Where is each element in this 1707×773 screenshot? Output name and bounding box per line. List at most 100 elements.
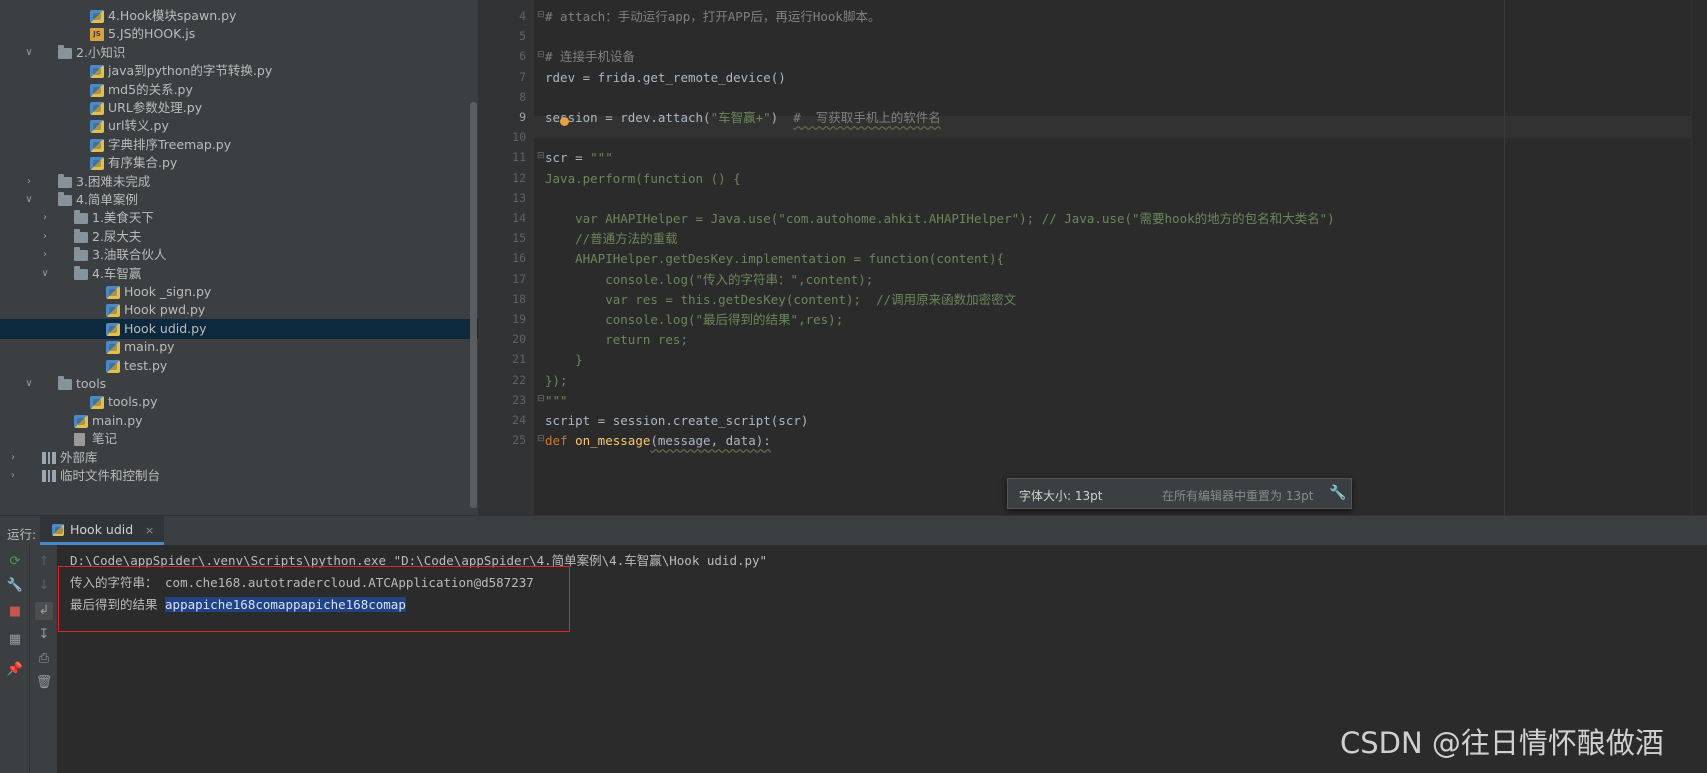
pin-icon[interactable]: 📌 [6, 661, 24, 679]
code-line[interactable]: var AHAPIHelper = Java.use("com.autohome… [545, 208, 1335, 230]
layout-icon[interactable]: ▦ [6, 631, 24, 649]
tree-item[interactable]: 字典排序Treemap.py [0, 135, 478, 155]
tree-item[interactable]: Hook pwd.py [0, 300, 478, 320]
code-token: (message, data): [650, 433, 771, 449]
line-number-gutter[interactable]: 4 5 6 7 8 9 10 11 12 13 14 15 16 17 18 19 20 21 22 23 24 25 [478, 0, 534, 515]
run-tab-hook-udid[interactable]: Hook udid × [40, 516, 165, 545]
editor-scroll-strip[interactable] [1691, 0, 1707, 515]
run-toolwindow-header: 运行: Hook udid × [0, 515, 1707, 545]
clear-console-icon[interactable]: 🗑 [35, 674, 53, 692]
tree-item-label: tools [76, 376, 107, 391]
chevron-down-icon[interactable]: ∨ [23, 190, 35, 210]
line-number: 5 [519, 29, 526, 44]
tree-item[interactable]: JS 5.JS的HOOK.js [0, 24, 478, 44]
settings-wrench-icon[interactable]: 🔧 [6, 577, 24, 595]
code-line[interactable]: return res; [545, 329, 688, 351]
code-line[interactable]: var res = this.getDesKey(content); //调用原… [545, 289, 1016, 311]
chevron-right-icon[interactable]: › [7, 466, 19, 486]
tree-item[interactable]: › 3.油联合伙人 [0, 245, 478, 265]
tree-item[interactable]: 4.Hook模块spawn.py [0, 6, 478, 26]
code-token: var AHAPIHelper = Java.use("com.autohome… [545, 211, 1335, 226]
tree-item[interactable]: main.py [0, 411, 478, 431]
python-file-icon [106, 322, 120, 336]
fold-icon[interactable]: ⊟ [537, 50, 545, 60]
code-line[interactable]: scr = """ [545, 147, 613, 169]
line-number: 11 [512, 150, 526, 165]
code-line[interactable]: console.log("最后得到的结果",res); [545, 309, 843, 331]
tree-item[interactable]: ∨ tools [0, 374, 478, 394]
code-line[interactable]: console.log("传入的字符串：",content); [545, 269, 873, 291]
tree-item[interactable]: ∨ 4.车智赢 [0, 264, 478, 284]
stop-icon[interactable]: ■ [6, 603, 24, 621]
code-line[interactable]: } [545, 349, 583, 371]
tree-item-label: Hook udid.py [124, 320, 207, 336]
soft-wrap-icon[interactable]: ↲ [35, 602, 53, 620]
chevron-right-icon[interactable]: › [7, 448, 19, 468]
wrench-icon[interactable]: 🔧 [1329, 485, 1346, 501]
tree-scrollbar[interactable] [470, 102, 477, 508]
tree-item[interactable]: Hook _sign.py [0, 282, 478, 302]
chevron-right-icon[interactable]: › [39, 208, 51, 228]
code-line[interactable]: //普通方法的重载 [545, 228, 678, 250]
code-token: """ [590, 150, 613, 166]
intention-bulb-icon[interactable] [560, 117, 569, 126]
chevron-down-icon[interactable]: ∨ [39, 264, 51, 284]
fold-icon[interactable]: ⊟ [537, 434, 545, 444]
scroll-up-icon[interactable]: ↑ [35, 553, 53, 571]
tree-item[interactable]: url转义.py [0, 116, 478, 136]
tree-item[interactable]: URL参数处理.py [0, 98, 478, 118]
code-line[interactable]: AHAPIHelper.getDesKey.implementation = f… [545, 248, 1004, 270]
chevron-right-icon[interactable]: › [23, 172, 35, 192]
scroll-down-icon[interactable]: ↓ [35, 577, 53, 595]
code-line[interactable]: rdev = frida.get_remote_device() [545, 67, 786, 89]
tree-item[interactable]: tools.py [0, 392, 478, 412]
tree-item[interactable]: java到python的字节转换.py [0, 61, 478, 81]
tree-item[interactable]: 有序集合.py [0, 153, 478, 173]
tree-item[interactable]: › 临时文件和控制台 [0, 466, 478, 486]
tree-item[interactable]: › 3.困难未完成 [0, 172, 478, 192]
code-line[interactable]: """ [545, 390, 568, 412]
code-token: session = rdev.attach( [545, 110, 711, 125]
fold-icon[interactable]: ⊟ [537, 10, 545, 20]
print-icon[interactable]: ⎙ [35, 650, 53, 668]
tree-item-label: 1.美食天下 [92, 210, 154, 226]
chevron-down-icon[interactable]: ∨ [23, 374, 35, 394]
code-line[interactable]: }); [545, 370, 568, 392]
close-tab-icon[interactable]: × [145, 524, 154, 537]
line-number: 4 [519, 9, 526, 23]
tree-item[interactable]: main.py [0, 337, 478, 357]
code-line[interactable]: script = session.create_script(scr) [545, 410, 808, 432]
tree-item-label: 3.困难未完成 [76, 173, 151, 189]
tree-item[interactable]: ∨ 2.小知识 [0, 43, 478, 63]
tree-item[interactable]: › 1.美食天下 [0, 208, 478, 228]
tree-item[interactable]: test.py [0, 356, 478, 376]
chevron-right-icon[interactable]: › [39, 227, 51, 247]
tree-item[interactable]: Hook udid.py [0, 318, 478, 339]
tree-item[interactable]: › 2.尿大夫 [0, 227, 478, 247]
tree-item-label: 3.油联合伙人 [92, 247, 167, 263]
folder-icon [74, 210, 88, 225]
code-line[interactable]: # 连接手机设备 [545, 46, 635, 68]
fold-icon[interactable]: ⊟ [537, 394, 545, 404]
chevron-right-icon[interactable]: › [39, 245, 51, 265]
rerun-icon[interactable]: ⟳ [6, 553, 24, 571]
tree-item[interactable]: › 外部库 [0, 448, 478, 468]
code-token: def [545, 433, 576, 449]
code-editor[interactable]: 4 5 6 7 8 9 10 11 12 13 14 15 16 17 18 19 20 21 22 23 24 25 #… [478, 0, 1707, 515]
code-line[interactable]: # attach：手动运行app，打开APP后，再运行Hook脚本。 [545, 6, 880, 28]
chevron-down-icon[interactable]: ∨ [23, 43, 35, 63]
line-number: 25 [512, 433, 526, 448]
project-tree[interactable]: 4.Hook模块spawn.py JS 5.JS的HOOK.js ∨ 2.小知识 java… [0, 0, 478, 515]
code-line[interactable]: session = rdev.attach("车智赢+") # 写获取手机上的软… [545, 107, 941, 129]
tree-item[interactable]: 笔记 [0, 429, 478, 449]
tree-item[interactable]: ∨ 4.简单案例 [0, 190, 478, 210]
run-tab-label: Hook udid [70, 522, 134, 537]
code-line[interactable]: def on_message(message, data): [545, 430, 771, 452]
code-line[interactable]: Java.perform(function () { [545, 168, 741, 190]
code-token: rdev = frida.get_remote_device() [545, 69, 786, 85]
line-number: 19 [512, 312, 526, 326]
tree-item[interactable]: md5的关系.py [0, 80, 478, 100]
reset-font-size-link[interactable]: 在所有编辑器中重置为 13pt [1162, 487, 1313, 504]
scroll-to-end-icon[interactable]: ↧ [35, 626, 53, 644]
fold-icon[interactable]: ⊟ [537, 151, 545, 161]
